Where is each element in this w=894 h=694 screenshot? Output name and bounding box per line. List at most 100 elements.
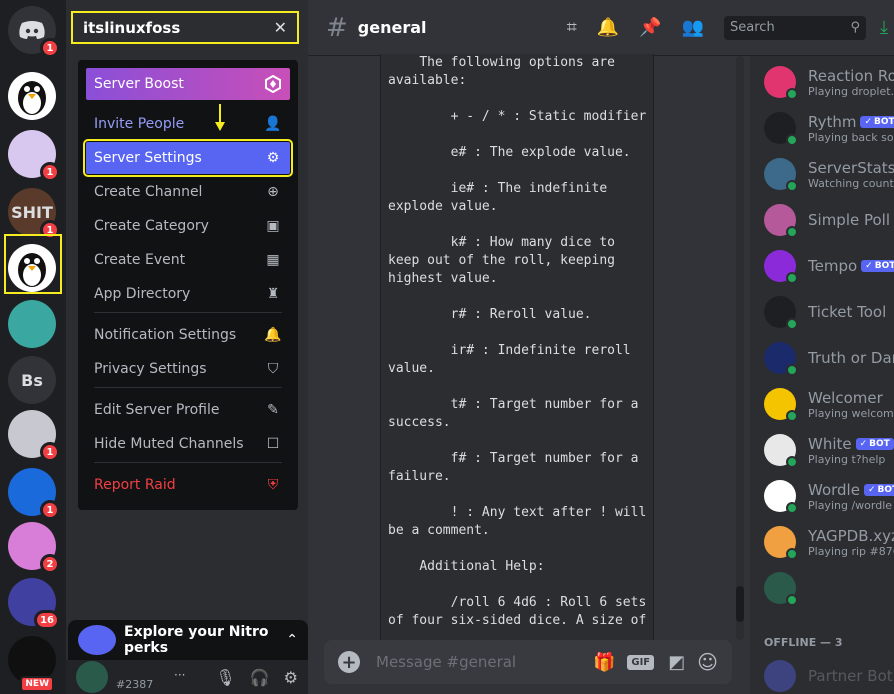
member-list-item[interactable] [764, 566, 894, 610]
microphone-icon[interactable]: 🎙 [215, 668, 235, 687]
hash-icon: # [326, 12, 348, 43]
member-list-item[interactable]: Simple Poll [764, 198, 894, 242]
member-name-row: ServerStats [808, 159, 894, 177]
online-status-dot [786, 548, 798, 560]
message-code-text: The following options are available: + -… [388, 55, 647, 628]
menu-item-hide-muted-channels[interactable]: Hide Muted Channels ☐ [86, 428, 290, 460]
online-status-dot [786, 226, 798, 238]
menu-item-label: Report Raid [94, 477, 176, 493]
menu-item-server-settings[interactable]: Server Settings ⚙ [83, 139, 293, 177]
anime-server-icon[interactable]: 1 [8, 410, 60, 462]
gift-icon[interactable]: 🎁 [593, 652, 615, 673]
member-list-item[interactable]: Ticket Tool [764, 290, 894, 334]
folder-plus-icon: ▣ [266, 218, 280, 234]
server-initials: SHIT [11, 202, 53, 222]
close-icon[interactable]: ✕ [274, 18, 287, 37]
member-name: White [808, 434, 852, 453]
download-icon[interactable]: ⤓ [880, 17, 888, 38]
member-list-item[interactable]: Truth or Dar [764, 336, 894, 380]
settings-gear-icon[interactable]: ⚙ [284, 668, 298, 687]
online-status-dot [786, 456, 798, 468]
add-attachment-icon[interactable]: + [338, 651, 360, 673]
online-status-dot [786, 410, 798, 422]
search-input[interactable]: Search [730, 20, 850, 35]
penguin-server-icon[interactable] [8, 72, 56, 120]
menu-item-app-directory[interactable]: App Directory ♜ [86, 278, 290, 310]
member-name-row: White ✓ BOT [808, 435, 894, 453]
menu-item-label: Create Category [94, 218, 209, 234]
menu-item-label: Hide Muted Channels [94, 436, 244, 452]
member-list-item[interactable]: Reaction Rol Playing droplet.g [764, 60, 894, 104]
dark-server-icon[interactable]: NEW [8, 636, 56, 692]
menu-item-edit-server-profile[interactable]: Edit Server Profile ✎ [86, 394, 290, 426]
server-header[interactable]: itslinuxfoss ✕ [71, 11, 299, 44]
message-input-bar[interactable]: + Message #general 🎁 GIF ◩ ☺ [324, 640, 732, 684]
member-avatar [764, 66, 798, 100]
user-panel: #2387 ··· 🎙 🎧 ⚙ [66, 660, 308, 694]
robot-server-icon[interactable]: 1 [8, 130, 60, 182]
bs-server-icon[interactable]: Bs [8, 356, 56, 404]
online-status-dot [786, 180, 798, 192]
menu-item-privacy-settings[interactable]: Privacy Settings ⛉ [86, 353, 290, 385]
offline-member[interactable]: Partner Bot [764, 660, 893, 692]
gift-server-icon[interactable]: 2 [8, 522, 60, 574]
menu-item-report-raid[interactable]: Report Raid ⛨ [86, 469, 290, 501]
menu-item-notification-settings[interactable]: Notification Settings 🔔 [86, 319, 290, 351]
scrollbar-thumb[interactable] [736, 586, 744, 622]
add-person-icon: 👤 [264, 116, 282, 132]
more-dots[interactable]: ··· [174, 668, 185, 682]
trashcan-server-icon[interactable] [8, 300, 56, 348]
member-list-item[interactable]: Rythm ✓ BOT Playing back soo [764, 106, 894, 150]
channel-name: general [357, 18, 427, 37]
discord-home-icon[interactable]: 1 [8, 6, 60, 58]
online-status-dot [786, 88, 798, 100]
member-list-item[interactable]: Wordle✓BOTPlaying /wordle [764, 474, 894, 518]
channel-topbar: # general ⌗ 🔔 📌 👥 Search ⚲ ⤓ [308, 0, 894, 56]
server-boost-item[interactable]: Server Boost [86, 68, 290, 100]
scrollbar-track[interactable] [736, 56, 744, 640]
emoji-icon[interactable]: ☺ [697, 650, 718, 674]
server-dropdown-menu: Server Boost Invite People 👤 Server Settin… [78, 60, 298, 510]
sticker-icon[interactable]: ◩ [668, 652, 685, 673]
notification-badge: NEW [20, 676, 54, 692]
member-list-item[interactable]: Welcomer Playing welcome [764, 382, 894, 426]
shit-server-icon[interactable]: SHIT 1 [8, 188, 60, 240]
members-icon[interactable]: 👥 [682, 17, 704, 38]
user-avatar[interactable] [76, 661, 108, 693]
online-status-dot [786, 594, 798, 606]
member-list-item[interactable]: YAGPDB.xyz Playing rip #876 [764, 520, 894, 564]
offline-header: OFFLINE — 3 [764, 636, 843, 649]
arrow-server-icon[interactable]: 1 [8, 468, 60, 520]
member-status: Playing rip #876 [808, 544, 894, 558]
bot-label: BOT [877, 484, 894, 495]
headphones-icon[interactable]: 🎧 [250, 668, 270, 687]
member-name-row: Ticket Tool [808, 303, 886, 321]
menu-item-create-category[interactable]: Create Category ▣ [86, 210, 290, 242]
member-name-row: Truth or Dar [808, 349, 894, 367]
offline-member-name: Partner Bot [808, 667, 893, 685]
member-name-row: Rythm ✓ BOT [808, 113, 894, 131]
menu-item-create-event[interactable]: Create Event ▦ [86, 244, 290, 276]
member-list-item[interactable]: White ✓ BOT Playing t?help [764, 428, 894, 472]
gif-button[interactable]: GIF [627, 654, 655, 670]
member-list-item[interactable]: Tempo ✓ BOT [764, 244, 894, 288]
member-avatar [764, 250, 798, 284]
pin-icon[interactable]: 📌 [639, 17, 661, 38]
search-bar[interactable]: Search ⚲ [724, 15, 867, 40]
member-name-row: Simple Poll [808, 211, 890, 229]
menu-item-invite-people[interactable]: Invite People 👤 [86, 108, 290, 140]
chevron-up-icon[interactable]: ⌃ [286, 632, 298, 648]
member-list-item[interactable]: ServerStats Watching counte [764, 152, 894, 196]
member-avatar [764, 158, 798, 192]
message-input[interactable]: Message #general [376, 653, 593, 671]
bell-icon[interactable]: 🔔 [597, 17, 619, 38]
member-avatar [764, 480, 798, 514]
notification-badge: 1 [40, 162, 60, 182]
menu-item-create-channel[interactable]: Create Channel ⊕ [86, 176, 290, 208]
nitro-perks-banner[interactable]: Explore your Nitro perks ⌃ [68, 620, 308, 660]
dj-server-icon[interactable]: 16 [8, 578, 60, 630]
threads-icon[interactable]: ⌗ [567, 17, 577, 38]
member-status: Watching counte [808, 176, 894, 190]
member-name: Ticket Tool [808, 303, 887, 321]
verified-check-icon: ✓ [865, 261, 873, 271]
